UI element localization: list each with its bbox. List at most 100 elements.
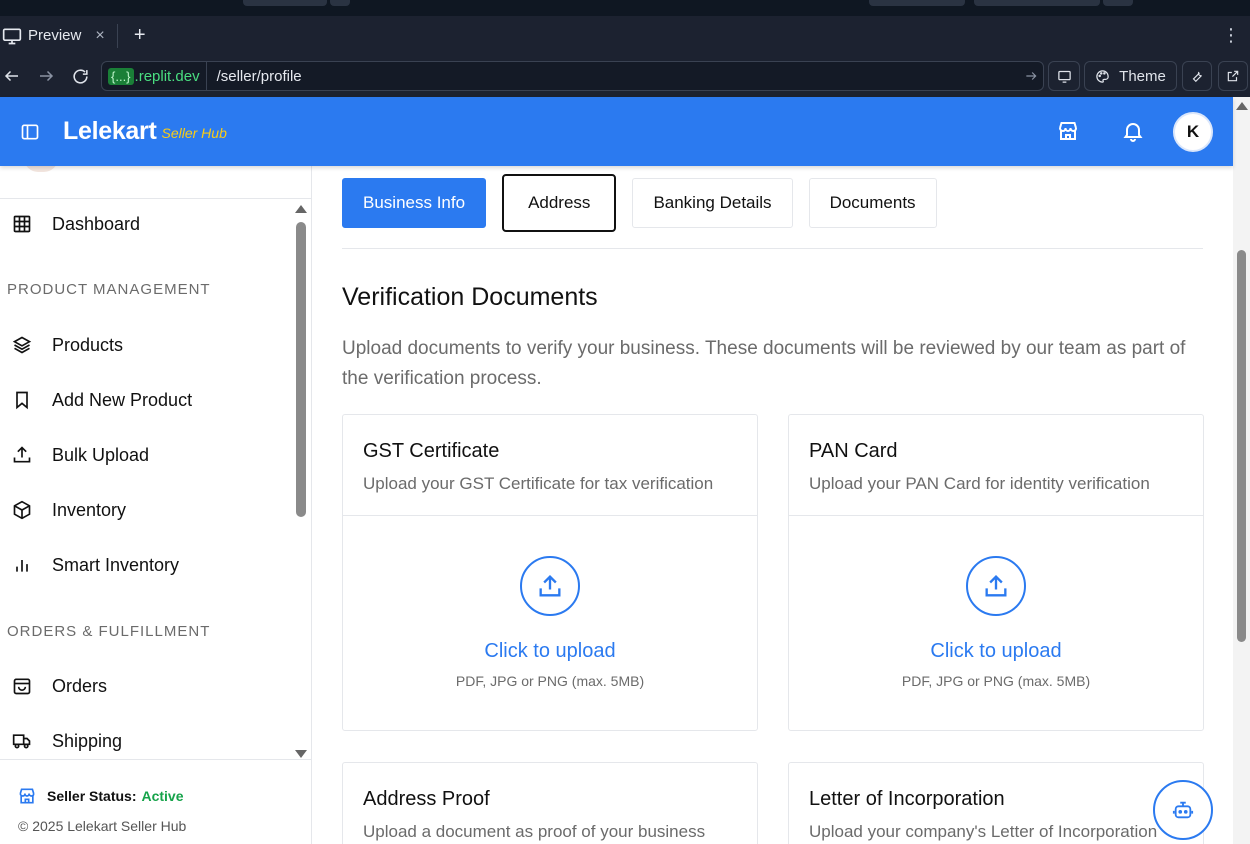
reload-button[interactable] (63, 59, 97, 93)
card-subtitle: Upload your PAN Card for identity verifi… (809, 474, 1150, 493)
tab-banking-details[interactable]: Banking Details (632, 178, 793, 228)
bot-icon (1172, 801, 1194, 819)
arrow-left-icon (4, 70, 18, 82)
sidebar-item-label: Products (52, 334, 124, 355)
upload-dropzone[interactable]: Click to upload PDF, JPG or PNG (max. 5M… (789, 516, 1203, 730)
theme-button[interactable]: Theme (1084, 61, 1177, 91)
address-bar[interactable]: {...} .replit.dev /seller/profile (101, 61, 1044, 91)
sidebar-item-bulk-upload[interactable]: Bulk Upload (0, 435, 294, 475)
tabs-divider (342, 248, 1203, 249)
sidebar-item-label: Add New Product (52, 389, 193, 410)
sidebar-item-products[interactable]: Products (0, 325, 294, 365)
sidebar-item-shipping[interactable]: Shipping (0, 721, 294, 761)
upload-icon (985, 575, 1007, 597)
document-card-address-proof: Address Proof Upload a document as proof… (342, 762, 758, 844)
reload-icon (72, 68, 88, 84)
document-card-gst: GST Certificate Upload your GST Certific… (342, 414, 758, 731)
card-subtitle: Upload your GST Certificate for tax veri… (363, 474, 714, 493)
grid-icon (11, 213, 33, 235)
tab-documents[interactable]: Documents (808, 178, 937, 228)
browser-menu-icon[interactable]: ⋮ (1222, 26, 1240, 44)
document-card-incorporation: Letter of Incorporation Upload your comp… (788, 762, 1204, 844)
tab-address[interactable]: Address (502, 174, 617, 232)
app-header: Lelekart Seller Hub K (0, 97, 1233, 166)
url-host: {...} .replit.dev (102, 62, 207, 90)
tab-separator (116, 23, 118, 48)
tab-strip-blob (330, 0, 350, 6)
sidebar-item-add-new-product[interactable]: Add New Product (0, 380, 294, 420)
back-button[interactable] (0, 59, 29, 93)
url-host-domain: .replit.dev (134, 67, 200, 85)
seller-status: Seller Status: Active (17, 786, 184, 806)
upload-dropzone[interactable]: Click to upload PDF, JPG or PNG (max. 5M… (343, 516, 757, 730)
document-card-pan: PAN Card Upload your PAN Card for identi… (788, 414, 1204, 731)
upload-icon (11, 444, 33, 466)
sidebar-divider (0, 198, 311, 199)
browser-tab-preview[interactable]: Preview × (0, 16, 113, 55)
close-icon[interactable]: × (95, 27, 104, 45)
upload-icon (539, 575, 561, 597)
page-scrollbar[interactable] (1233, 97, 1250, 844)
user-avatar[interactable]: K (1173, 112, 1213, 152)
copyright: © 2025 Lelekart Seller Hub (18, 818, 187, 834)
scroll-down-arrow-icon[interactable] (295, 750, 307, 758)
store-icon (19, 788, 35, 804)
sidebar-item-orders[interactable]: Orders (0, 666, 294, 706)
assistant-bot-button[interactable] (1153, 780, 1213, 840)
browser-top-strip (0, 0, 1250, 16)
tab-business-info[interactable]: Business Info (342, 178, 487, 228)
card-title: GST Certificate (363, 440, 500, 462)
upload-button[interactable] (520, 556, 580, 616)
browser-tabbar: Preview × + ⋮ (0, 16, 1250, 55)
card-subtitle: Upload your company's Letter of Incorpor… (809, 822, 1158, 841)
profile-tabs: Business Info Address Banking Details Do… (342, 174, 953, 232)
tab-strip-blob (974, 0, 1100, 6)
open-external-button[interactable] (1218, 61, 1248, 91)
arrow-right-icon (40, 70, 54, 82)
sidebar-scrollbar[interactable] (294, 202, 308, 758)
external-link-icon (1227, 70, 1239, 82)
sidebar-item-dashboard[interactable]: Dashboard (0, 204, 294, 244)
upload-link[interactable]: Click to upload (343, 640, 757, 663)
sidebar-item-label: Inventory (52, 499, 127, 520)
sidebar-item-inventory[interactable]: Inventory (0, 490, 294, 530)
new-tab-button[interactable]: + (130, 24, 150, 47)
devices-button[interactable] (1048, 61, 1080, 91)
card-title: Letter of Incorporation (809, 788, 1005, 810)
palette-icon (1096, 69, 1109, 83)
wrench-icon (1192, 71, 1202, 83)
page-scrollbar-thumb[interactable] (1237, 250, 1246, 642)
theme-label: Theme (1119, 67, 1166, 85)
sidebar-item-label: Bulk Upload (52, 444, 150, 465)
card-header: Letter of Incorporation Upload your comp… (789, 763, 1203, 844)
sidebar-item-smart-inventory[interactable]: Smart Inventory (0, 545, 294, 585)
sidebar-item-label: Orders (52, 675, 108, 696)
seller-status-value: Active (141, 788, 184, 804)
sidebar: Dashboard PRODUCT MANAGEMENT Products Ad… (0, 158, 312, 844)
card-header: GST Certificate Upload your GST Certific… (343, 415, 757, 516)
card-subtitle: Upload a document as proof of your busin… (363, 822, 706, 841)
section-product-management: PRODUCT MANAGEMENT (7, 281, 211, 298)
sidebar-scrollbar-thumb[interactable] (296, 222, 306, 517)
tab-strip-blob (243, 0, 327, 6)
sidebar-toggle-icon[interactable] (20, 122, 40, 142)
sidebar-item-label: Smart Inventory (52, 554, 180, 575)
package-icon (11, 499, 33, 521)
scroll-up-arrow-icon[interactable] (1236, 102, 1248, 110)
devtools-button[interactable] (1182, 61, 1212, 91)
scroll-up-arrow-icon[interactable] (295, 205, 307, 213)
bell-icon[interactable] (1121, 119, 1145, 143)
section-orders-fulfillment: ORDERS & FULFILLMENT (7, 623, 211, 640)
shopping-bag-icon (11, 675, 33, 697)
section-description: Upload documents to verify your business… (342, 338, 1186, 389)
sidebar-item-label: Dashboard (52, 213, 141, 234)
go-arrow-icon[interactable] (1019, 69, 1043, 83)
upload-link[interactable]: Click to upload (789, 640, 1203, 663)
upload-button[interactable] (966, 556, 1026, 616)
forward-button[interactable] (29, 59, 63, 93)
store-icon[interactable] (1056, 119, 1080, 143)
brand-logo[interactable]: Lelekart (63, 117, 157, 146)
seller-status-label: Seller Status: (47, 788, 137, 804)
card-title: Address Proof (363, 788, 490, 810)
monitor-icon (2, 28, 22, 44)
